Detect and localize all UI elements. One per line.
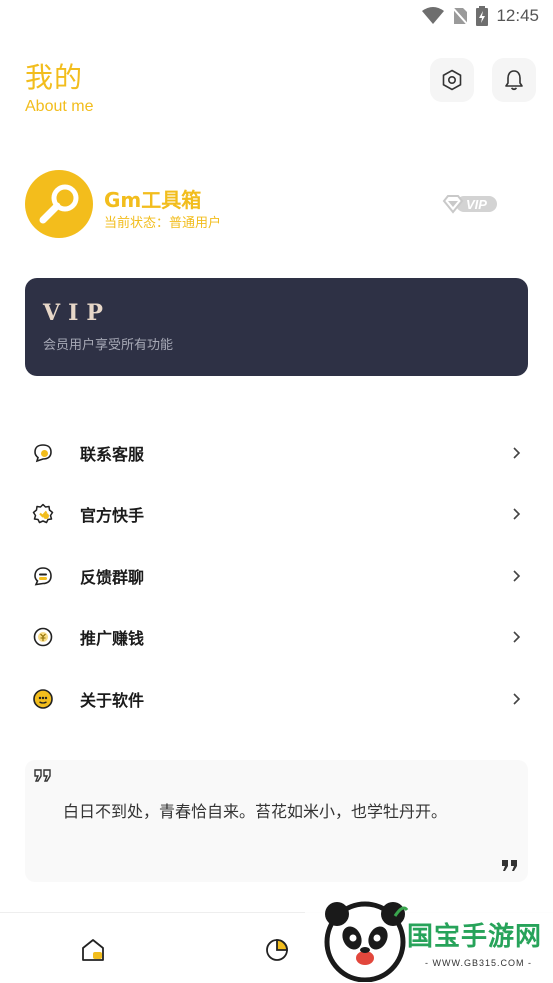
vip-diamond-icon: VIP [442,195,497,214]
chevron-right-icon [513,693,521,705]
menu-label: 关于软件 [80,690,145,710]
vip-card-description: 会员用户享受所有功能 [43,338,174,353]
vip-card[interactable]: VIP 会员用户享受所有功能 [25,278,528,376]
vip-card-title: VIP [43,300,111,326]
menu-label: 官方快手 [80,506,145,526]
smiley-info-icon [32,688,54,710]
chevron-right-icon [513,508,521,520]
settings-hexagon-icon [442,69,462,91]
avatar[interactable] [25,170,93,238]
watermark: 国宝手游网 - WWW.GB315.COM - [305,892,553,983]
home-icon[interactable] [80,937,106,963]
menu-item-feedback-group[interactable]: 反馈群聊 [25,545,528,607]
stats-icon[interactable] [264,937,290,963]
kuaishou-badge-icon [32,503,54,525]
quote-card: 白日不到处，青春恰自来。苔花如米小，也学牡丹开。 [25,760,528,882]
vip-badge: VIP [442,194,498,214]
status-bar: 12:45 [0,0,553,32]
notification-button[interactable] [492,58,536,102]
menu-label: 联系客服 [80,444,145,464]
status-time: 12:45 [496,6,539,25]
menu-item-contact-support[interactable]: 联系客服 [25,422,528,484]
battery-icon [476,6,489,26]
no-sim-icon [452,7,469,25]
chevron-right-icon [513,631,521,643]
menu-item-about-software[interactable]: 关于软件 [25,668,528,730]
watermark-brand: 国宝手游网 [407,922,543,952]
customer-service-icon [32,442,54,464]
chevron-right-icon [513,570,521,582]
coin-icon [32,626,54,648]
page-title: 我的 [25,61,84,94]
page-subtitle: About me [25,98,94,115]
quote-close-icon [502,860,517,871]
wifi-icon [422,7,445,24]
menu-list: 联系客服 官方快手 反馈群聊 推广赚钱 关于软件 [25,422,528,730]
menu-label: 反馈群聊 [80,567,145,587]
quote-text: 白日不到处，青春恰自来。苔花如米小，也学牡丹开。 [63,802,448,821]
svg-text:VIP: VIP [466,197,487,212]
menu-label: 推广赚钱 [80,629,145,649]
app-name: Gm工具箱 [104,188,202,212]
panda-logo-icon [324,901,409,982]
settings-button[interactable] [430,58,474,102]
menu-item-official-kuaishou[interactable]: 官方快手 [25,484,528,546]
menu-item-promote-earn[interactable]: 推广赚钱 [25,607,528,669]
watermark-url: - WWW.GB315.COM - [425,958,532,968]
bell-icon [505,70,523,91]
chat-group-icon [32,565,54,587]
chevron-right-icon [513,447,521,459]
quote-open-icon [34,769,51,782]
user-status: 当前状态：普通用户 [104,216,222,231]
wrench-icon [39,184,79,224]
